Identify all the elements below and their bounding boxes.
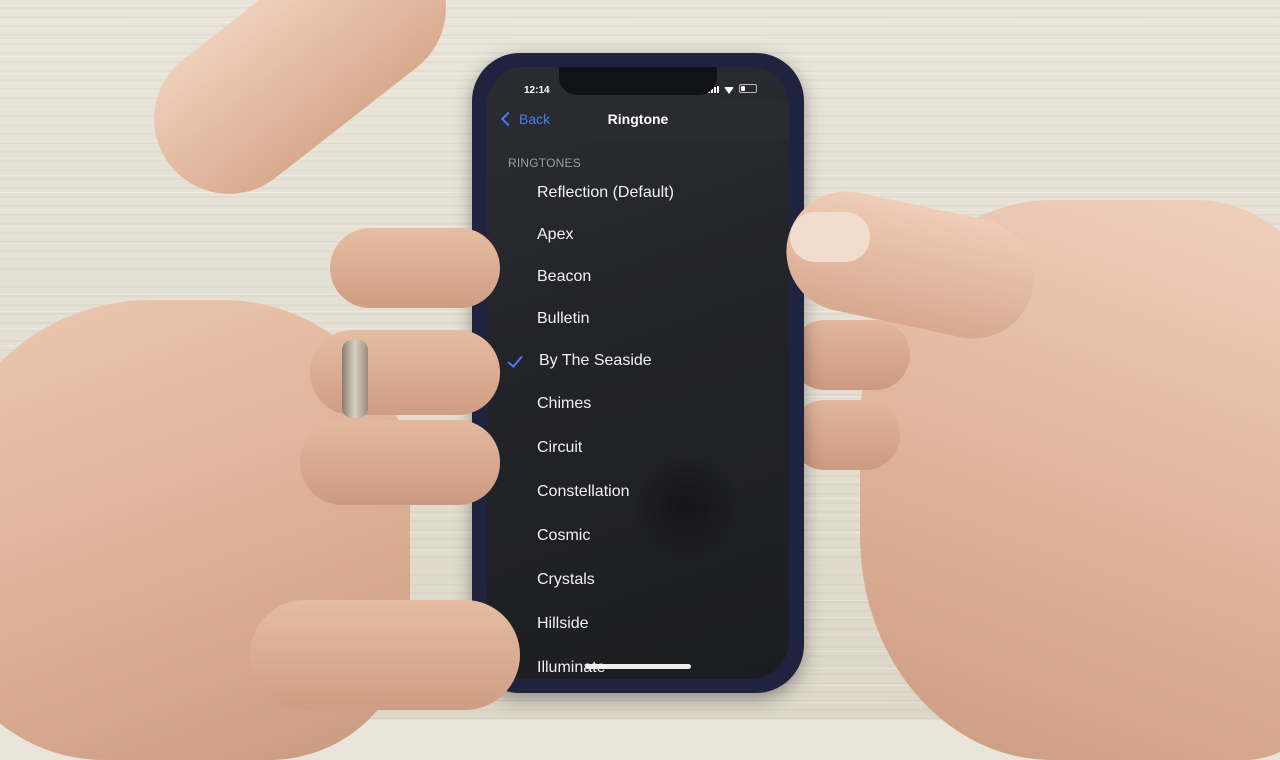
ringtone-item[interactable]: Reflection (Default) xyxy=(487,172,789,214)
ringtone-label: Crystals xyxy=(537,571,595,588)
ringtone-label: Beacon xyxy=(537,268,592,285)
left-hand-finger xyxy=(330,228,500,308)
ringtone-label: Reflection (Default) xyxy=(537,184,674,201)
checkmark-icon xyxy=(507,352,523,368)
battery-fill xyxy=(741,86,745,91)
left-hand-finger xyxy=(310,330,500,415)
ringtone-item[interactable]: By The Seaside xyxy=(487,340,789,382)
phone-screen: 12:14 Back Ringtone RINGTONES Reflection… xyxy=(487,67,789,679)
ringtone-label: Hillside xyxy=(537,615,589,632)
wedding-ring xyxy=(342,340,368,418)
ringtone-label: Chimes xyxy=(537,395,592,412)
ringtone-label: Apex xyxy=(537,226,574,243)
screen-reflection xyxy=(632,452,742,562)
navigation-bar: Back Ringtone xyxy=(487,101,789,141)
ringtone-item[interactable]: Crystals xyxy=(487,558,789,602)
status-time: 12:14 xyxy=(524,85,550,96)
notch xyxy=(559,67,717,95)
section-header: RINGTONES xyxy=(508,156,581,170)
ringtone-item[interactable]: Hillside xyxy=(487,602,789,646)
ringtone-list: Reflection (Default) Apex Beacon Bulletin By… xyxy=(487,172,789,679)
ringtone-item[interactable]: Chimes xyxy=(487,382,789,426)
ringtone-item[interactable]: Beacon xyxy=(487,256,789,298)
iphone: 12:14 Back Ringtone RINGTONES Reflection… xyxy=(472,53,804,693)
battery-icon xyxy=(739,84,757,93)
ringtone-item[interactable]: Bulletin xyxy=(487,298,789,340)
ringtone-label: Bulletin xyxy=(537,310,590,327)
ringtone-item[interactable]: Circuit xyxy=(487,426,789,470)
status-icons xyxy=(708,84,757,93)
home-indicator[interactable] xyxy=(585,664,691,669)
wifi-icon xyxy=(724,85,734,93)
ringtone-item[interactable]: Apex xyxy=(487,214,789,256)
right-hand-finger xyxy=(790,320,910,390)
ringtone-label: Circuit xyxy=(537,439,583,456)
ringtone-item[interactable]: Illuminate xyxy=(487,646,789,679)
right-hand-finger xyxy=(790,400,900,470)
ringtone-label: By The Seaside xyxy=(539,352,652,369)
ringtone-label: Cosmic xyxy=(537,527,591,544)
ringtone-label: Constellation xyxy=(537,483,630,500)
page-title: Ringtone xyxy=(607,111,669,127)
left-hand-finger xyxy=(250,600,520,710)
left-hand-finger xyxy=(300,420,500,505)
right-thumb-nail xyxy=(790,212,870,262)
